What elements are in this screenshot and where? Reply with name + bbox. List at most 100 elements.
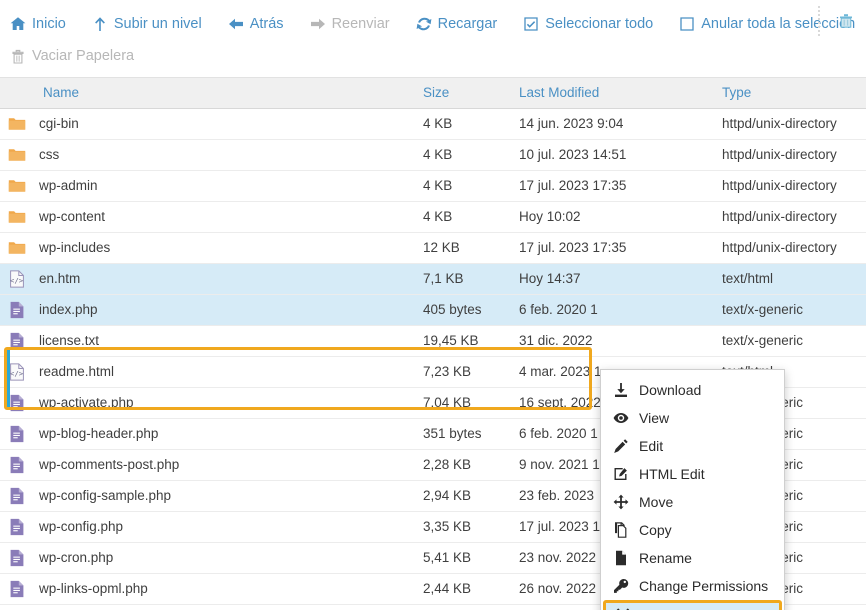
download-icon <box>613 382 629 398</box>
php-file-icon <box>8 456 26 474</box>
cell-type: httpd/unix-directory <box>722 116 837 131</box>
cell-name[interactable]: wp-config.php <box>0 511 415 542</box>
context-menu-item-change-permissions[interactable]: Change Permissions <box>601 572 784 600</box>
file-name: wp-content <box>39 209 106 224</box>
toolbar-button-anular-toda-la-selecci-n[interactable]: Anular toda la selección <box>679 16 855 32</box>
toolbar: Inicio Subir un nivel Atrás Reenviar Recarga… <box>0 0 866 78</box>
file-name: wp-comments-post.php <box>39 457 180 472</box>
column-header-type[interactable]: Type <box>714 78 866 109</box>
folder-icon <box>8 115 26 133</box>
context-menu-item-download[interactable]: Download <box>601 376 784 404</box>
table-row[interactable]: index.php 405 bytes 6 feb. 2020 1 text/x-ge… <box>0 294 866 325</box>
cell-size: 7,1 KB <box>423 271 464 286</box>
toolbar-row-primary: Inicio Subir un nivel Atrás Reenviar Recarga… <box>0 8 866 40</box>
toolbar-button-label: Atrás <box>249 15 284 32</box>
cell-name[interactable]: wp-cron.php <box>0 542 415 573</box>
file-name: wp-config.php <box>39 519 124 534</box>
cell-name[interactable]: </> en.htm <box>0 263 415 294</box>
trash-icon[interactable] <box>836 11 856 31</box>
cell-size: 19,45 KB <box>423 333 479 348</box>
cell-name[interactable]: cgi-bin <box>0 108 415 139</box>
arrow-left-icon <box>228 16 244 32</box>
context-menu-item-view[interactable]: View <box>601 404 784 432</box>
context-menu-item-copy[interactable]: Copy <box>601 516 784 544</box>
context-menu-item-label: Change Permissions <box>639 578 769 594</box>
cell-modified: 31 dic. 2022 <box>519 333 593 348</box>
table-row[interactable]: wp-admin 4 KB 17 jul. 2023 17:35 httpd/unix… <box>0 170 866 201</box>
cell-size: 351 bytes <box>423 426 482 441</box>
context-menu-item-html-edit[interactable]: HTML Edit <box>601 460 784 488</box>
svg-text:</>: </> <box>10 276 24 285</box>
cell-name[interactable]: wp-includes <box>0 232 415 263</box>
context-menu-item-label: HTML Edit <box>639 466 705 482</box>
svg-text:</>: </> <box>10 369 24 378</box>
context-menu-item-move[interactable]: Move <box>601 488 784 516</box>
cell-size: 4 KB <box>423 178 453 193</box>
column-header-modified[interactable]: Last Modified <box>511 78 714 109</box>
context-menu-item-edit[interactable]: Edit <box>601 432 784 460</box>
refresh-icon <box>416 16 432 32</box>
php-file-icon <box>8 487 26 505</box>
table-row[interactable]: wp-includes 12 KB 17 jul. 2023 17:35 httpd/… <box>0 232 866 263</box>
toolbar-button-atr-s[interactable]: Atrás <box>228 16 284 32</box>
context-menu-item-rename[interactable]: Rename <box>601 544 784 572</box>
table-row[interactable]: wp-content 4 KB Hoy 10:02 httpd/unix-direct… <box>0 201 866 232</box>
copy-icon <box>613 522 629 538</box>
cell-size: 2,44 KB <box>423 581 472 596</box>
cell-size: 4 KB <box>423 147 453 162</box>
cell-name[interactable]: wp-config-sample.php <box>0 480 415 511</box>
toolbar-button-recargar[interactable]: Recargar <box>416 15 498 32</box>
toolbar-button-label: Anular toda la selección <box>701 15 856 32</box>
context-menu-item-label: Move <box>639 494 674 510</box>
cell-type: httpd/unix-directory <box>722 209 837 224</box>
php-file-icon <box>8 394 26 412</box>
cell-name[interactable]: wp-comments-post.php <box>0 449 415 480</box>
cell-name[interactable]: wp-activate.php <box>0 387 415 418</box>
folder-icon <box>8 239 26 257</box>
toolbar-button-label: Inicio <box>32 15 66 32</box>
trash-icon <box>10 48 26 64</box>
cell-type: httpd/unix-directory <box>722 147 837 162</box>
cell-name[interactable]: license.txt <box>0 325 415 356</box>
cell-size: 4 KB <box>423 116 453 131</box>
cell-name[interactable]: wp-blog-header.php <box>0 418 415 449</box>
toolbar-button-label: Seleccionar todo <box>545 15 654 32</box>
toolbar-button-subir-un-nivel[interactable]: Subir un nivel <box>92 16 202 32</box>
file-name: wp-config-sample.php <box>39 488 172 503</box>
toolbar-button-inicio[interactable]: Inicio <box>10 16 66 32</box>
table-row[interactable]: css 4 KB 10 jul. 2023 14:51 httpd/unix-dire… <box>0 139 866 170</box>
php-file-icon <box>8 332 26 350</box>
toolbar-button-label: Recargar <box>437 15 498 32</box>
context-menu-item-label: Rename <box>639 550 692 566</box>
cell-name[interactable]: css <box>0 139 415 170</box>
php-file-icon <box>8 518 26 536</box>
cell-name[interactable]: </> readme.html <box>0 356 415 387</box>
table-row[interactable]: license.txt 19,45 KB 31 dic. 2022 text/x-ge… <box>0 325 866 356</box>
table-row[interactable]: cgi-bin 4 KB 14 jun. 2023 9:04 httpd/unix-d… <box>0 108 866 139</box>
php-file-icon <box>8 425 26 443</box>
cell-modified: 14 jun. 2023 9:04 <box>519 116 624 131</box>
file-name: css <box>39 147 60 162</box>
column-header-size[interactable]: Size <box>415 78 511 109</box>
toolbar-button-seleccionar-todo[interactable]: Seleccionar todo <box>523 16 653 32</box>
context-menu-item-delete[interactable]: Delete <box>603 600 782 610</box>
home-icon <box>10 16 26 32</box>
cell-size: 7,04 KB <box>423 395 472 410</box>
cell-name[interactable]: index.php <box>0 294 415 325</box>
cell-name[interactable]: wp-admin <box>0 170 415 201</box>
cell-modified: 10 jul. 2023 14:51 <box>519 147 627 162</box>
cell-size: 3,35 KB <box>423 519 472 534</box>
html-file-icon: </> <box>8 269 26 288</box>
table-row[interactable]: </> en.htm 7,1 KB Hoy 14:37 text/html <box>0 263 866 294</box>
cell-name[interactable]: wp-content <box>0 201 415 232</box>
php-file-icon <box>8 301 26 319</box>
file-name: wp-links-opml.php <box>39 581 148 596</box>
cell-size: 2,28 KB <box>423 457 472 472</box>
cell-name[interactable]: wp-links-opml.php <box>0 573 415 604</box>
checkbox-checked-icon <box>523 16 539 32</box>
file-name: wp-blog-header.php <box>39 426 159 441</box>
folder-icon <box>8 146 26 164</box>
column-header-name[interactable]: Name <box>0 78 415 109</box>
context-menu-item-label: Edit <box>639 438 664 454</box>
toolbar-button-label: Vaciar Papelera <box>32 47 135 64</box>
